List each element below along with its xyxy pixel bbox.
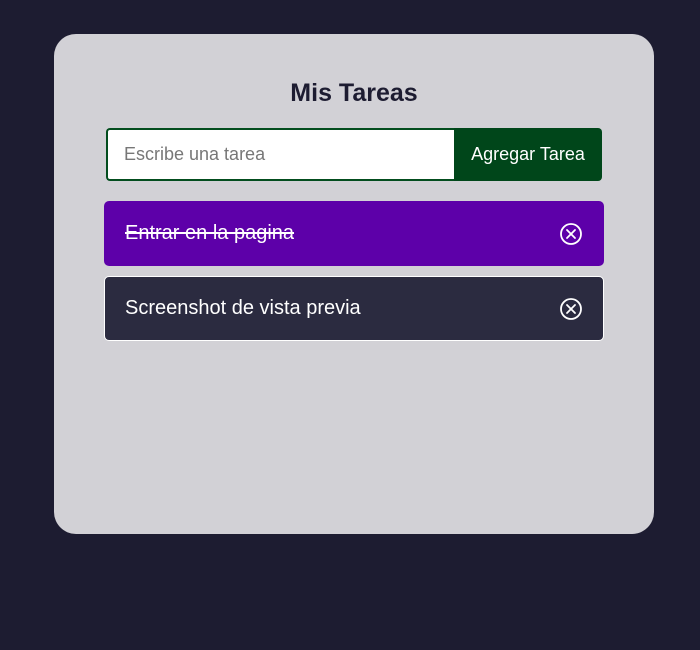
todo-card: Mis Tareas Agregar Tarea Entrar en la pa… xyxy=(54,34,654,534)
task-list: Entrar en la pagina Screenshot de vista … xyxy=(104,201,604,351)
task-item[interactable]: Entrar en la pagina xyxy=(104,201,604,266)
circle-x-icon[interactable] xyxy=(559,222,583,246)
task-text: Entrar en la pagina xyxy=(125,222,295,244)
add-task-button[interactable]: Agregar Tarea xyxy=(454,128,602,181)
task-input[interactable] xyxy=(106,128,454,181)
circle-x-icon[interactable] xyxy=(559,297,583,321)
add-task-form: Agregar Tarea xyxy=(106,128,602,181)
task-item[interactable]: Screenshot de vista previa xyxy=(104,276,604,341)
task-text: Screenshot de vista previa xyxy=(125,297,361,319)
page-title: Mis Tareas xyxy=(290,79,418,107)
